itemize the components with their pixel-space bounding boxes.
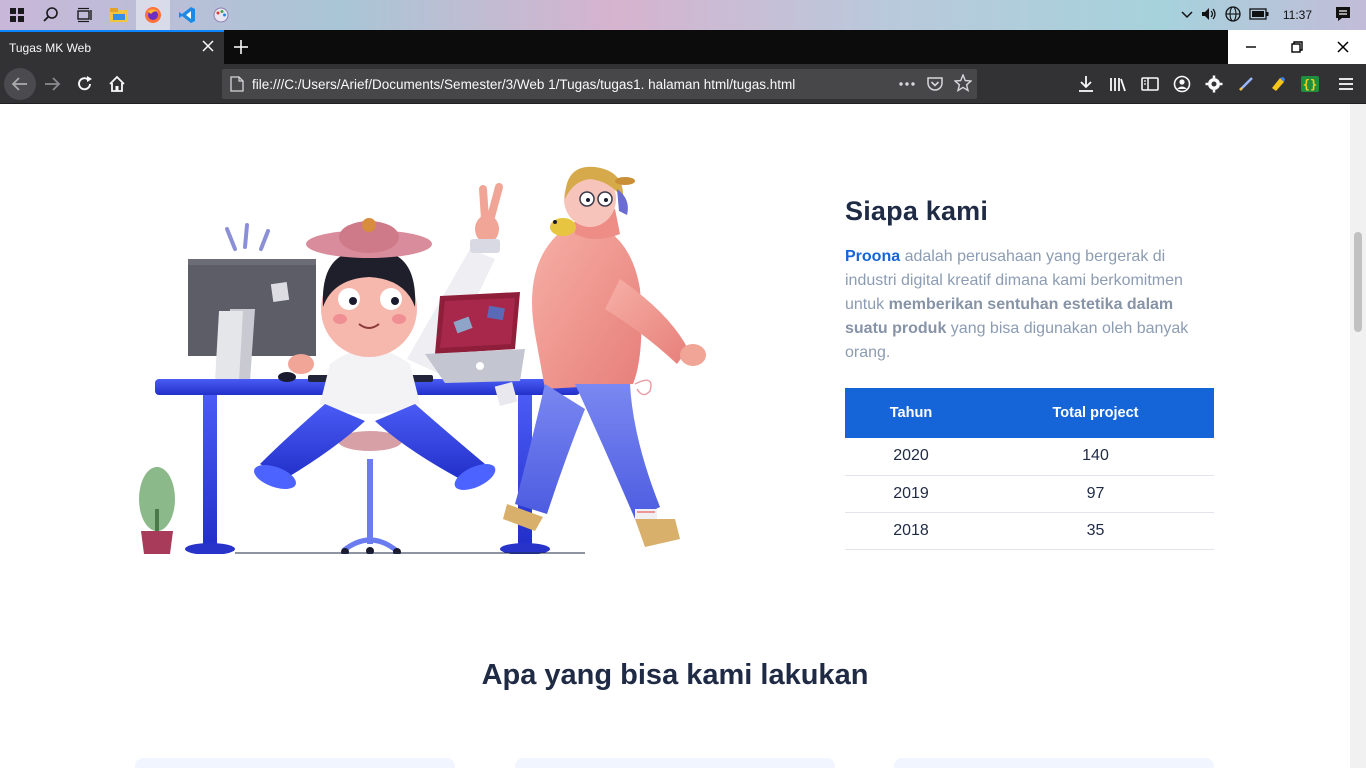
close-window-button[interactable] xyxy=(1320,30,1366,64)
web-page-content: Siapa kami Proona adalah perusahaan yang… xyxy=(0,104,1350,768)
vscode-icon[interactable] xyxy=(170,0,204,30)
page-info-icon[interactable] xyxy=(230,76,244,97)
table-row: 2018 35 xyxy=(845,512,1214,550)
bookmark-star-icon[interactable] xyxy=(953,73,973,97)
tab-title: Tugas MK Web xyxy=(9,41,92,55)
browser-toolbar: {} xyxy=(1070,64,1366,104)
about-section: Siapa kami Proona adalah perusahaan yang… xyxy=(845,196,1215,365)
table-header-row: Tahun Total project xyxy=(845,388,1214,438)
extension-highlighter-icon[interactable] xyxy=(1262,64,1294,104)
windows-taskbar: 11:37 xyxy=(0,0,1366,30)
search-icon[interactable] xyxy=(34,0,68,30)
scrollbar-thumb[interactable] xyxy=(1354,232,1362,332)
paint-app-icon[interactable] xyxy=(204,0,238,30)
project-stats-table: Tahun Total project 2020 140 2019 97 201… xyxy=(845,388,1214,550)
task-view-icon[interactable] xyxy=(68,0,102,30)
minimize-button[interactable] xyxy=(1228,30,1274,64)
extension-json-icon[interactable]: {} xyxy=(1294,64,1326,104)
table-header-total: Total project xyxy=(977,388,1214,438)
table-cell-year: 2018 xyxy=(845,512,977,550)
table-row: 2020 140 xyxy=(845,438,1214,476)
table-cell-year: 2019 xyxy=(845,475,977,513)
chevron-up-icon[interactable] xyxy=(1181,8,1193,22)
service-card[interactable] xyxy=(894,758,1214,768)
browser-tab-strip: Tugas MK Web xyxy=(0,30,1366,64)
restore-button[interactable] xyxy=(1274,30,1320,64)
new-tab-button[interactable] xyxy=(230,33,252,61)
reload-button[interactable] xyxy=(69,68,101,100)
pocket-icon[interactable] xyxy=(926,75,944,98)
system-tray: 11:37 xyxy=(1181,0,1366,30)
library-icon[interactable] xyxy=(1102,64,1134,104)
brand-name: Proona xyxy=(845,248,901,265)
file-explorer-icon[interactable] xyxy=(102,0,136,30)
url-text[interactable]: file:///C:/Users/Arief/Documents/Semeste… xyxy=(252,77,795,92)
account-icon[interactable] xyxy=(1166,64,1198,104)
table-cell-total: 35 xyxy=(977,512,1214,550)
table-cell-year: 2020 xyxy=(845,438,977,476)
firefox-icon[interactable] xyxy=(136,0,170,30)
page-scrollbar[interactable] xyxy=(1350,104,1366,768)
service-card[interactable] xyxy=(135,758,455,768)
volume-icon[interactable] xyxy=(1201,7,1217,24)
url-bar[interactable]: file:///C:/Users/Arief/Documents/Semeste… xyxy=(222,69,977,99)
team-working-illustration xyxy=(139,166,706,554)
table-header-year: Tahun xyxy=(845,388,977,438)
battery-icon[interactable] xyxy=(1249,7,1269,23)
svg-text:{}: {} xyxy=(1303,78,1317,92)
tab-close-icon[interactable] xyxy=(202,39,214,57)
extension-gear-icon[interactable] xyxy=(1198,64,1230,104)
hamburger-menu-icon[interactable] xyxy=(1326,64,1366,104)
page-actions-menu-icon[interactable] xyxy=(898,76,916,97)
services-title: Apa yang bisa kami lakukan xyxy=(481,659,869,691)
extension-pen-icon[interactable] xyxy=(1230,64,1262,104)
start-menu-icon[interactable] xyxy=(0,0,34,30)
table-row: 2019 97 xyxy=(845,475,1214,513)
back-button[interactable] xyxy=(4,68,36,100)
about-title: Siapa kami xyxy=(845,196,989,226)
sidebar-toggle-icon[interactable] xyxy=(1134,64,1166,104)
about-description: Proona adalah perusahaan yang bergerak d… xyxy=(845,245,1215,365)
service-card[interactable] xyxy=(515,758,835,768)
language-globe-icon[interactable] xyxy=(1225,5,1241,25)
browser-tab-active[interactable]: Tugas MK Web xyxy=(0,30,224,64)
notification-center-icon[interactable] xyxy=(1334,5,1352,26)
table-cell-total: 97 xyxy=(977,475,1214,513)
downloads-icon[interactable] xyxy=(1070,64,1102,104)
table-cell-total: 140 xyxy=(977,438,1214,476)
forward-button[interactable] xyxy=(36,68,68,100)
window-controls xyxy=(1228,30,1366,64)
taskbar-clock[interactable]: 11:37 xyxy=(1283,8,1312,22)
home-button[interactable] xyxy=(101,68,133,100)
walking-girl-figure xyxy=(503,166,706,547)
browser-navbar: file:///C:/Users/Arief/Documents/Semeste… xyxy=(0,64,1366,104)
